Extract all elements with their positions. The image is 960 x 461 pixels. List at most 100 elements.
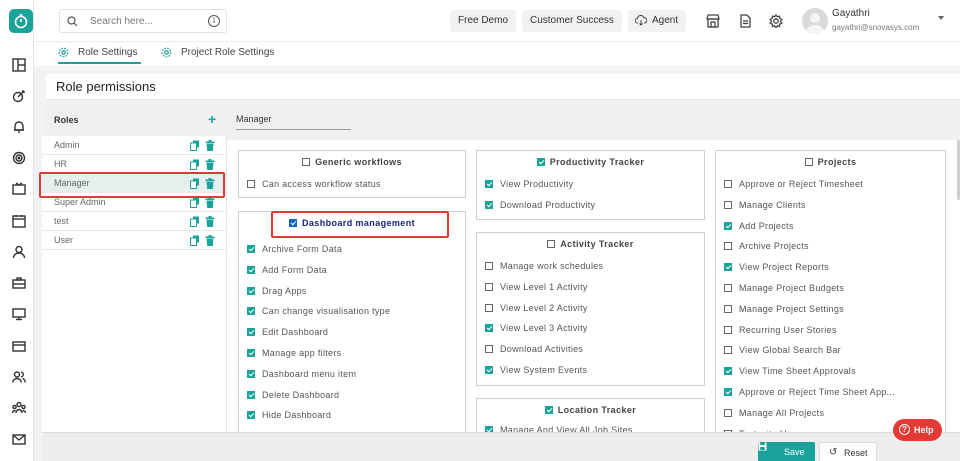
team-icon[interactable] xyxy=(11,401,27,415)
users-icon[interactable] xyxy=(12,370,26,384)
card-title[interactable]: Projects xyxy=(716,157,945,167)
permission-item[interactable]: Manage All Projects xyxy=(724,408,824,418)
info-icon[interactable]: i xyxy=(208,15,220,27)
card-icon[interactable] xyxy=(12,339,26,353)
settings-icon[interactable] xyxy=(769,13,783,29)
card-checkbox[interactable] xyxy=(804,158,813,166)
permission-checkbox[interactable] xyxy=(724,388,732,396)
permission-checkbox[interactable] xyxy=(724,346,732,355)
card-title[interactable]: Activity Tracker xyxy=(477,239,704,249)
save-button[interactable]: Save xyxy=(758,442,815,461)
copy-icon[interactable] xyxy=(190,235,200,246)
permission-item[interactable]: Manage work schedules xyxy=(485,261,603,271)
goal-icon[interactable] xyxy=(12,89,26,103)
briefcase-icon[interactable] xyxy=(12,276,26,290)
permission-item[interactable]: View Project Reports xyxy=(724,262,829,272)
card-title[interactable]: Generic workflows xyxy=(239,157,465,167)
trash-icon[interactable] xyxy=(205,159,215,170)
role-row[interactable]: test xyxy=(42,212,227,231)
trash-icon[interactable] xyxy=(205,140,215,151)
permission-item[interactable]: Drag Apps xyxy=(247,286,307,296)
permission-item[interactable]: Approve or Reject Time Sheet App... xyxy=(724,387,895,397)
permission-item[interactable]: Edit Dashboard xyxy=(247,327,328,337)
tab-project-role-settings[interactable]: Project Role Settings xyxy=(161,46,281,64)
dashboard-icon[interactable] xyxy=(12,58,26,72)
permission-item[interactable]: View Level 2 Activity xyxy=(485,303,588,313)
permission-checkbox[interactable] xyxy=(485,282,493,291)
permission-item[interactable]: Add Projects xyxy=(724,221,794,231)
card-checkbox[interactable] xyxy=(536,158,545,166)
permission-item[interactable]: View Time Sheet Approvals xyxy=(724,366,856,376)
permission-item[interactable]: Download Activities xyxy=(485,344,583,354)
role-row[interactable]: Admin xyxy=(42,136,227,155)
user-icon[interactable] xyxy=(12,245,26,259)
permission-checkbox[interactable] xyxy=(724,200,732,209)
permission-item[interactable]: Can change visualisation type xyxy=(247,306,390,316)
permission-item[interactable]: View Global Search Bar xyxy=(724,345,841,355)
search-box[interactable]: i xyxy=(59,9,227,33)
permission-checkbox[interactable] xyxy=(724,221,732,230)
trash-icon[interactable] xyxy=(205,216,215,227)
monitor-icon[interactable] xyxy=(12,307,26,321)
help-button[interactable]: ? Help xyxy=(893,419,942,441)
permission-item[interactable]: Add Form Data xyxy=(247,265,327,275)
copy-icon[interactable] xyxy=(190,140,200,151)
document-icon[interactable] xyxy=(738,14,752,28)
free-demo-button[interactable]: Free Demo xyxy=(450,10,517,32)
permission-checkbox[interactable] xyxy=(724,367,732,376)
agent-button[interactable]: Agent xyxy=(628,10,687,32)
permission-checkbox[interactable] xyxy=(724,304,732,313)
permission-checkbox[interactable] xyxy=(485,324,493,333)
permission-checkbox[interactable] xyxy=(724,263,732,272)
permission-item[interactable]: Download Productivity xyxy=(485,200,595,210)
chevron-down-icon[interactable] xyxy=(938,16,944,20)
copy-icon[interactable] xyxy=(190,197,200,208)
permission-item[interactable]: Recurring User Stories xyxy=(724,325,837,335)
card-title[interactable]: Location Tracker xyxy=(477,405,704,415)
permission-checkbox[interactable] xyxy=(485,180,493,188)
permission-checkbox[interactable] xyxy=(247,369,255,378)
mail-icon[interactable] xyxy=(12,432,26,446)
permission-item[interactable]: Manage And View All Job Sites xyxy=(485,425,633,432)
store-icon[interactable] xyxy=(706,14,720,28)
trash-icon[interactable] xyxy=(205,197,215,208)
tab-role-settings[interactable]: Role Settings xyxy=(58,46,141,64)
permission-checkbox[interactable] xyxy=(724,284,732,292)
card-checkbox[interactable] xyxy=(544,406,553,414)
app-logo[interactable] xyxy=(9,9,33,33)
card-title[interactable]: Productivity Tracker xyxy=(477,157,704,167)
permission-checkbox[interactable] xyxy=(247,349,255,357)
card-checkbox[interactable] xyxy=(302,158,311,166)
selected-role-field[interactable]: Manager xyxy=(236,114,351,130)
permission-checkbox[interactable] xyxy=(247,286,255,295)
role-row[interactable]: User xyxy=(42,231,227,250)
permission-checkbox[interactable] xyxy=(485,200,493,209)
permission-item[interactable]: Manage Project Settings xyxy=(724,304,844,314)
permission-checkbox[interactable] xyxy=(485,345,493,354)
permission-item[interactable]: Manage app filters xyxy=(247,348,341,358)
target-icon[interactable] xyxy=(12,151,26,165)
permission-item[interactable]: View Productivity xyxy=(485,179,573,189)
permission-item[interactable]: Delete Dashboard xyxy=(247,390,339,400)
permission-checkbox[interactable] xyxy=(247,328,255,337)
permission-checkbox[interactable] xyxy=(724,180,732,188)
avatar[interactable] xyxy=(802,8,828,34)
copy-icon[interactable] xyxy=(190,159,200,170)
permission-checkbox[interactable] xyxy=(724,242,732,251)
trash-icon[interactable] xyxy=(205,235,215,246)
add-role-icon[interactable]: + xyxy=(208,111,216,127)
permission-item[interactable]: View System Events xyxy=(485,365,587,375)
permission-checkbox[interactable] xyxy=(247,390,255,399)
permission-item[interactable]: Can access workflow status xyxy=(247,179,381,189)
card-checkbox[interactable] xyxy=(547,240,556,248)
reset-button[interactable]: ↺ Reset xyxy=(819,442,877,461)
permission-checkbox[interactable] xyxy=(724,325,732,334)
permission-checkbox[interactable] xyxy=(485,262,493,270)
tv-icon[interactable] xyxy=(12,182,26,196)
permission-checkbox[interactable] xyxy=(247,245,255,253)
permission-item[interactable]: View Level 3 Activity xyxy=(485,323,588,333)
customer-success-button[interactable]: Customer Success xyxy=(522,10,622,32)
permission-checkbox[interactable] xyxy=(247,411,255,420)
calendar-icon[interactable] xyxy=(12,214,26,228)
permission-checkbox[interactable] xyxy=(247,307,255,316)
